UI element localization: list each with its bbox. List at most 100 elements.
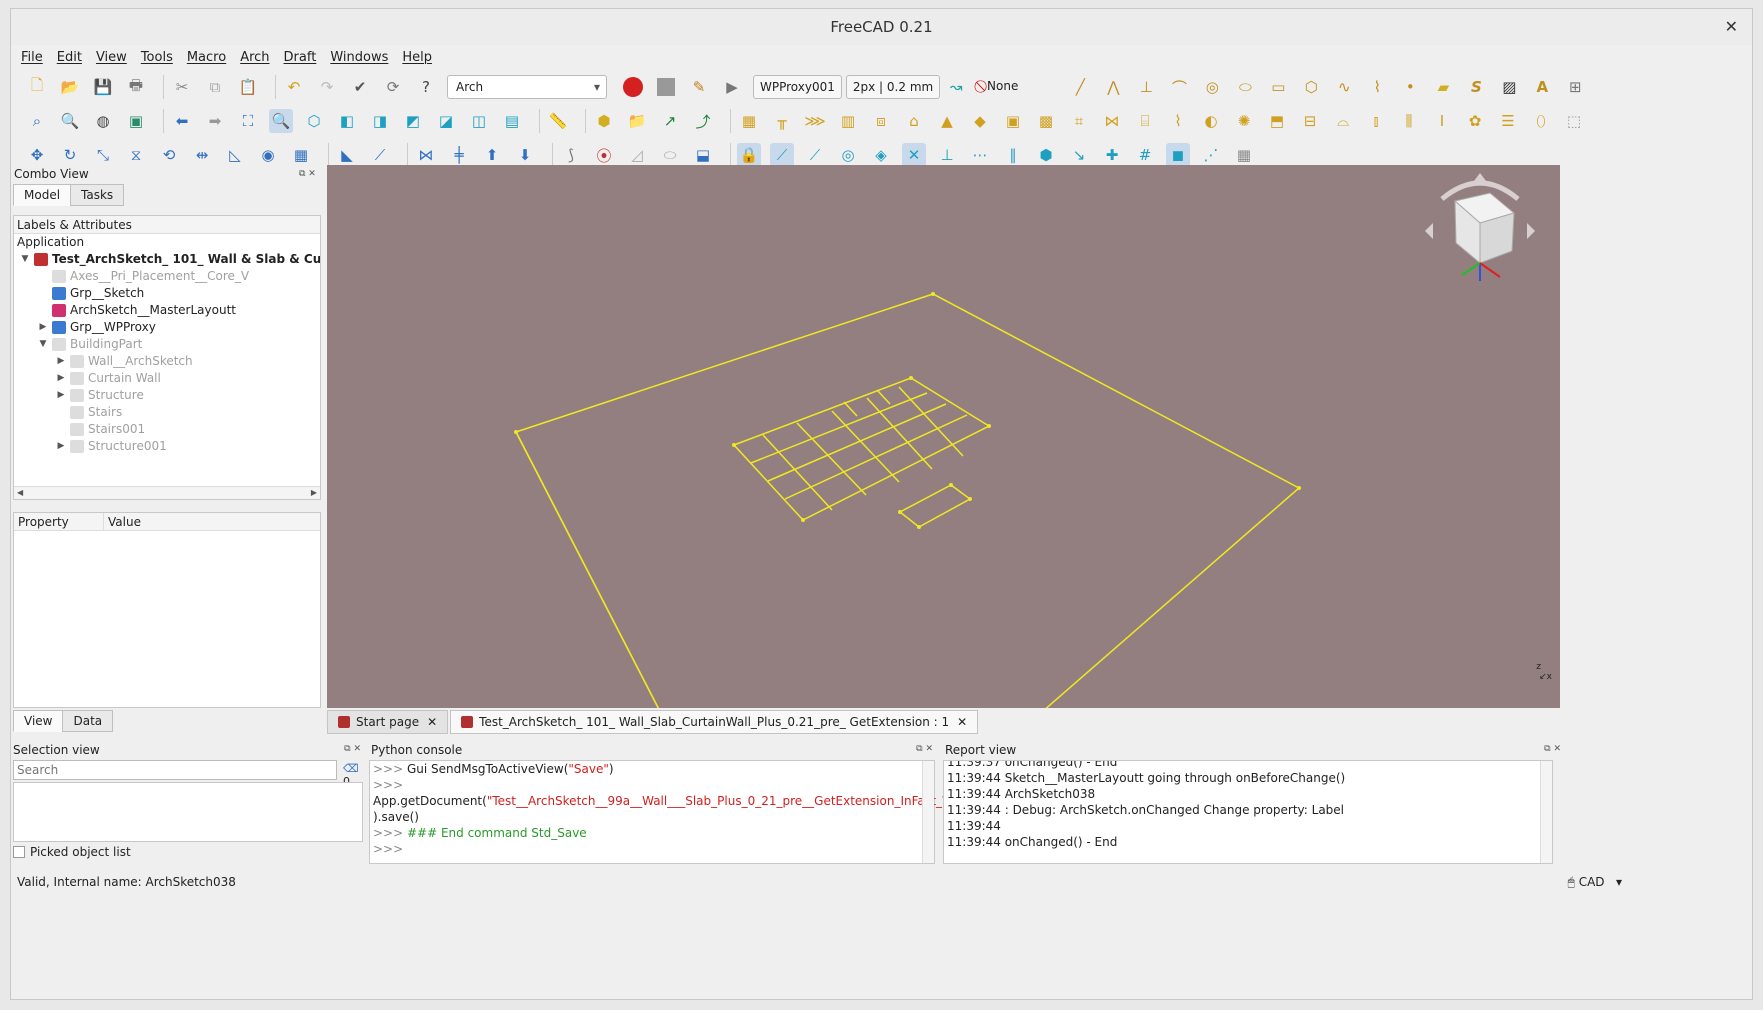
expand-arrow-icon[interactable]: ▶ — [56, 353, 66, 370]
snap-working-plane-icon[interactable]: ◼ — [1166, 143, 1190, 167]
section-plane-icon[interactable]: ⬒ — [1265, 109, 1289, 133]
tab-tasks[interactable]: Tasks — [70, 184, 125, 206]
tree-hscrollbar[interactable]: ◀ ▶ — [14, 486, 320, 499]
cut-icon[interactable]: ✂ — [170, 75, 194, 99]
shape-to-2d-icon[interactable]: ⦿ — [592, 143, 616, 167]
doc-tab-start-page[interactable]: Start page ✕ — [327, 710, 449, 734]
bounding-box-icon[interactable]: ▣ — [124, 109, 148, 133]
forward-icon[interactable]: ➡ — [203, 109, 227, 133]
snap-ortho-icon[interactable]: ✚ — [1100, 143, 1124, 167]
upgrade-arrow-icon[interactable]: ⬆ — [480, 143, 504, 167]
bspline-icon[interactable]: ∿ — [1332, 75, 1356, 99]
tab-data[interactable]: Data — [62, 710, 114, 732]
mirror-icon[interactable]: ⧖ — [124, 143, 148, 167]
report-view-output[interactable]: 11:39:37 onChanged() - End 11:39:44 Sketc… — [943, 760, 1553, 864]
redo-icon[interactable]: ↷ — [315, 75, 339, 99]
panel-icon[interactable]: ◆ — [968, 109, 992, 133]
draft-to-sketch-icon[interactable]: ⟋ — [368, 143, 392, 167]
menu-edit[interactable]: Edit — [57, 47, 82, 69]
new-document-icon[interactable]: 🗋 — [25, 75, 49, 99]
building-icon[interactable]: ⌂ — [902, 109, 926, 133]
toggle-grid-icon[interactable]: ▦ — [1232, 143, 1256, 167]
expand-arrow-icon[interactable]: ▶ — [56, 370, 66, 387]
join-icon[interactable]: ⋈ — [414, 143, 438, 167]
expand-arrow-icon[interactable]: ▶ — [56, 387, 66, 404]
rectangle-icon[interactable]: ▭ — [1266, 75, 1290, 99]
rotate-icon[interactable]: ↻ — [58, 143, 82, 167]
expand-arrow-icon[interactable]: ▶ — [56, 438, 66, 455]
hatch-icon[interactable]: ▨ — [1497, 75, 1521, 99]
menu-draft[interactable]: Draft — [284, 47, 317, 69]
snap-angle-icon[interactable]: ◈ — [869, 143, 893, 167]
arc-icon[interactable]: ⌒ — [1167, 75, 1191, 99]
print-icon[interactable]: 🖶 — [124, 75, 148, 99]
reference-icon[interactable]: ⫼ — [1397, 109, 1421, 133]
snap-parallel-icon[interactable]: ∥ — [1001, 143, 1025, 167]
working-plane-button[interactable]: WPProxy001 — [753, 75, 842, 99]
dimension-icon[interactable]: ⊞ — [1563, 75, 1587, 99]
dock-buttons-icon[interactable]: ⧉ ✕ — [1544, 744, 1561, 754]
isometric-view-icon[interactable]: ⬡ — [302, 109, 326, 133]
link-icon[interactable]: ↗ — [658, 109, 682, 133]
combo-float-icon[interactable]: ⧉ ✕ — [299, 169, 316, 179]
picked-object-checkbox[interactable] — [13, 846, 25, 858]
truss-icon[interactable]: ⋈ — [1100, 109, 1124, 133]
polygon-icon[interactable]: ⬡ — [1299, 75, 1323, 99]
facebinder-icon[interactable]: ▰ — [1431, 75, 1455, 99]
working-plane-proxy-icon[interactable]: ⬓ — [691, 143, 715, 167]
menu-file[interactable]: File — [21, 47, 43, 69]
polyline-icon[interactable]: ⋀ — [1101, 75, 1125, 99]
array-icon[interactable]: ▦ — [289, 143, 313, 167]
text-icon[interactable]: A — [1530, 75, 1554, 99]
expand-arrow-icon[interactable]: ▶ — [38, 319, 48, 336]
sync-view-icon[interactable]: ⛶ — [236, 109, 260, 133]
heal-icon[interactable]: ⬭ — [658, 143, 682, 167]
undo-icon[interactable]: ↶ — [282, 75, 306, 99]
menu-view[interactable]: View — [96, 47, 127, 69]
tree-item[interactable]: ▼ BuildingPart — [14, 336, 320, 353]
doc-tab-model[interactable]: Test_ArchSketch_ 101_ Wall_Slab_CurtainW… — [450, 710, 979, 734]
trimex-icon[interactable]: ◺ — [223, 143, 247, 167]
selection-list[interactable] — [13, 782, 363, 842]
collapse-arrow-icon[interactable]: ▼ — [38, 336, 48, 353]
tree-item[interactable]: ▶ Structure — [14, 387, 320, 404]
snap-grid-icon[interactable]: # — [1133, 143, 1157, 167]
measure-icon[interactable]: 📏 — [546, 109, 570, 133]
tab-view[interactable]: View — [13, 710, 64, 732]
tools-icon[interactable]: ⬚ — [1562, 109, 1586, 133]
line-style-button[interactable]: 2px | 0.2 mm — [845, 75, 941, 99]
macro-editor-icon[interactable]: ✎ — [687, 75, 711, 99]
downgrade-arrow-icon[interactable]: ⬇ — [513, 143, 537, 167]
rear-view-icon[interactable]: ◪ — [434, 109, 458, 133]
curtain-wall-icon[interactable]: ▥ — [836, 109, 860, 133]
snap-special-icon[interactable]: ⬢ — [1034, 143, 1058, 167]
fit-selection-icon[interactable]: 🔍 — [58, 109, 82, 133]
fence-icon[interactable]: ⌗ — [1067, 109, 1091, 133]
navigation-style-button[interactable]: 🖱 CAD ▾ — [1568, 871, 1622, 893]
fillet-icon[interactable]: ⊥ — [1134, 75, 1158, 99]
copy-icon[interactable]: ⧉ — [203, 75, 227, 99]
create-part-icon[interactable]: ⬢ — [592, 109, 616, 133]
rebar-icon[interactable]: ⋙ — [803, 109, 827, 133]
link-actions-icon[interactable]: ⤴ — [691, 109, 715, 133]
python-console-output[interactable]: >>> Gui SendMsgToActiveView("Save") >>> A… — [369, 760, 984, 864]
console-scrollbar[interactable] — [922, 761, 934, 863]
close-icon[interactable]: ✕ — [1725, 9, 1738, 45]
tree-item[interactable]: Stairs001 — [14, 421, 320, 438]
snap-lock-icon[interactable]: 🔒 — [737, 143, 761, 167]
zoom-icon[interactable]: 🔍 — [269, 109, 293, 133]
tree-item[interactable]: ▶ Structure001 — [14, 438, 320, 455]
snap-near-icon[interactable]: ↘ — [1067, 143, 1091, 167]
move-icon[interactable]: ✥ — [25, 143, 49, 167]
menu-tools[interactable]: Tools — [141, 47, 173, 69]
snap-extension-icon[interactable]: ⋯ — [968, 143, 992, 167]
record-macro-icon[interactable] — [621, 75, 645, 99]
component-icon[interactable]: I — [1430, 109, 1454, 133]
close-tab-icon[interactable]: ✕ — [427, 711, 437, 733]
roof-icon[interactable]: ▲ — [935, 109, 959, 133]
point-icon[interactable]: • — [1398, 75, 1422, 99]
pipe-icon[interactable]: ⌇ — [1166, 109, 1190, 133]
snap-intersection-icon[interactable]: ✕ — [902, 143, 926, 167]
draw-style-icon[interactable]: ◍ — [91, 109, 115, 133]
window-icon[interactable]: ⧈ — [869, 109, 893, 133]
